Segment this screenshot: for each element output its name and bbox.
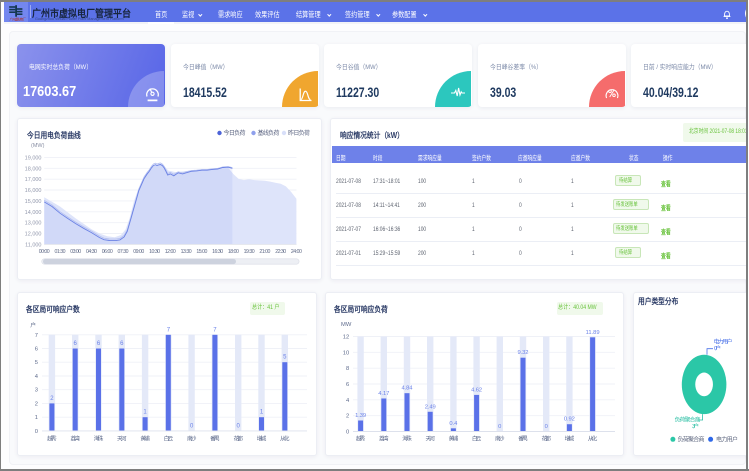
svg-text:海珠: 海珠 <box>402 434 412 442</box>
svg-text:14,000: 14,000 <box>25 210 42 216</box>
svg-text:番禺: 番禺 <box>518 435 528 442</box>
svg-text:天河: 天河 <box>117 434 127 442</box>
svg-text:MW: MW <box>341 322 352 328</box>
svg-text:00:00: 00:00 <box>39 249 50 255</box>
svg-text:09:00: 09:00 <box>133 249 144 255</box>
svg-text:0: 0 <box>346 429 349 435</box>
svg-text:荔湾: 荔湾 <box>70 434 80 442</box>
svg-text:从化: 从化 <box>588 434 598 442</box>
svg-text:南沙: 南沙 <box>495 434 505 442</box>
svg-text:24:00: 24:00 <box>291 249 302 255</box>
svg-text:3户: 3户 <box>692 422 699 430</box>
svg-text:2.49: 2.49 <box>424 404 435 410</box>
svg-text:黄埔: 黄埔 <box>140 434 150 442</box>
svg-text:3: 3 <box>35 387 38 393</box>
svg-text:10: 10 <box>343 350 349 356</box>
svg-text:0: 0 <box>544 424 547 430</box>
svg-text:今日负荷: 今日负荷 <box>224 130 246 138</box>
svg-text:7: 7 <box>167 327 171 333</box>
svg-text:18,000: 18,000 <box>25 167 42 173</box>
svg-text:花都: 花都 <box>233 434 243 442</box>
svg-text:1: 1 <box>35 415 38 421</box>
svg-text:黄埔: 黄埔 <box>448 434 458 442</box>
svg-text:负荷聚合商: 负荷聚合商 <box>674 415 700 423</box>
svg-text:11,000: 11,000 <box>25 243 41 249</box>
svg-text:12,000: 12,000 <box>25 232 42 238</box>
svg-text:电力用户: 电力用户 <box>713 337 732 345</box>
svg-text:17,000: 17,000 <box>25 178 42 184</box>
svg-text:昨日负荷: 昨日负荷 <box>288 130 310 138</box>
svg-text:6: 6 <box>35 346 38 352</box>
svg-text:22:30: 22:30 <box>275 249 286 255</box>
svg-text:4.17: 4.17 <box>378 391 389 397</box>
svg-text:增城: 增城 <box>257 434 267 442</box>
svg-text:5: 5 <box>35 360 38 366</box>
svg-text:04:30: 04:30 <box>86 249 97 255</box>
svg-text:9.32: 9.32 <box>517 350 528 356</box>
svg-text:番禺: 番禺 <box>210 435 220 442</box>
svg-text:7: 7 <box>213 327 217 333</box>
svg-text:11.89: 11.89 <box>585 329 599 335</box>
svg-text:4.84: 4.84 <box>401 385 413 391</box>
svg-text:电力用户: 电力用户 <box>716 435 738 443</box>
svg-text:15,000: 15,000 <box>25 199 42 205</box>
svg-text:基线负荷: 基线负荷 <box>258 130 280 138</box>
svg-text:4.62: 4.62 <box>471 387 482 393</box>
svg-text:6: 6 <box>346 382 349 388</box>
svg-text:12: 12 <box>343 334 349 340</box>
svg-text:越秀: 越秀 <box>356 434 366 442</box>
svg-text:花都: 花都 <box>541 434 551 442</box>
svg-text:0: 0 <box>498 424 501 430</box>
svg-text:白云: 白云 <box>472 434 482 442</box>
svg-text:21:00: 21:00 <box>259 249 270 255</box>
svg-text:19,000: 19,000 <box>25 156 42 162</box>
svg-text:12:00: 12:00 <box>165 249 176 255</box>
svg-text:户: 户 <box>30 321 36 329</box>
svg-text:07:30: 07:30 <box>118 249 129 255</box>
svg-text:4: 4 <box>35 374 39 380</box>
svg-text:0.4: 0.4 <box>449 420 458 426</box>
svg-text:海珠: 海珠 <box>94 434 104 442</box>
svg-text:广州虚拟电厂: 广州虚拟电厂 <box>10 17 27 22</box>
svg-text:南沙: 南沙 <box>187 434 197 442</box>
svg-text:16,000: 16,000 <box>25 188 42 194</box>
svg-text:增城: 增城 <box>564 434 574 442</box>
svg-text:2: 2 <box>346 413 349 419</box>
svg-text:从化: 从化 <box>280 434 290 442</box>
svg-text:06:00: 06:00 <box>102 249 113 255</box>
svg-text:荔湾: 荔湾 <box>379 434 389 442</box>
svg-text:负荷聚合商: 负荷聚合商 <box>677 435 704 443</box>
svg-text:7: 7 <box>35 332 38 338</box>
svg-text:03:00: 03:00 <box>70 249 81 255</box>
svg-text:13:30: 13:30 <box>181 249 192 255</box>
svg-text:越秀: 越秀 <box>47 434 57 442</box>
svg-text:0户: 0户 <box>714 344 721 352</box>
svg-text:4: 4 <box>346 397 350 403</box>
svg-text:1.39: 1.39 <box>355 413 366 419</box>
svg-text:0: 0 <box>35 429 38 435</box>
svg-text:8: 8 <box>346 366 349 372</box>
svg-text:01:30: 01:30 <box>55 249 66 255</box>
svg-text:19:30: 19:30 <box>244 249 255 255</box>
svg-text:15:00: 15:00 <box>196 249 207 255</box>
svg-text:16:30: 16:30 <box>212 249 223 255</box>
svg-text:0.92: 0.92 <box>564 416 575 422</box>
svg-text:2: 2 <box>35 401 38 407</box>
svg-text:13,000: 13,000 <box>25 221 42 227</box>
svg-text:(MW): (MW) <box>31 143 45 149</box>
svg-text:白云: 白云 <box>164 434 174 442</box>
svg-text:18:00: 18:00 <box>228 249 239 255</box>
svg-text:10:30: 10:30 <box>149 249 160 255</box>
svg-text:天河: 天河 <box>425 434 435 442</box>
